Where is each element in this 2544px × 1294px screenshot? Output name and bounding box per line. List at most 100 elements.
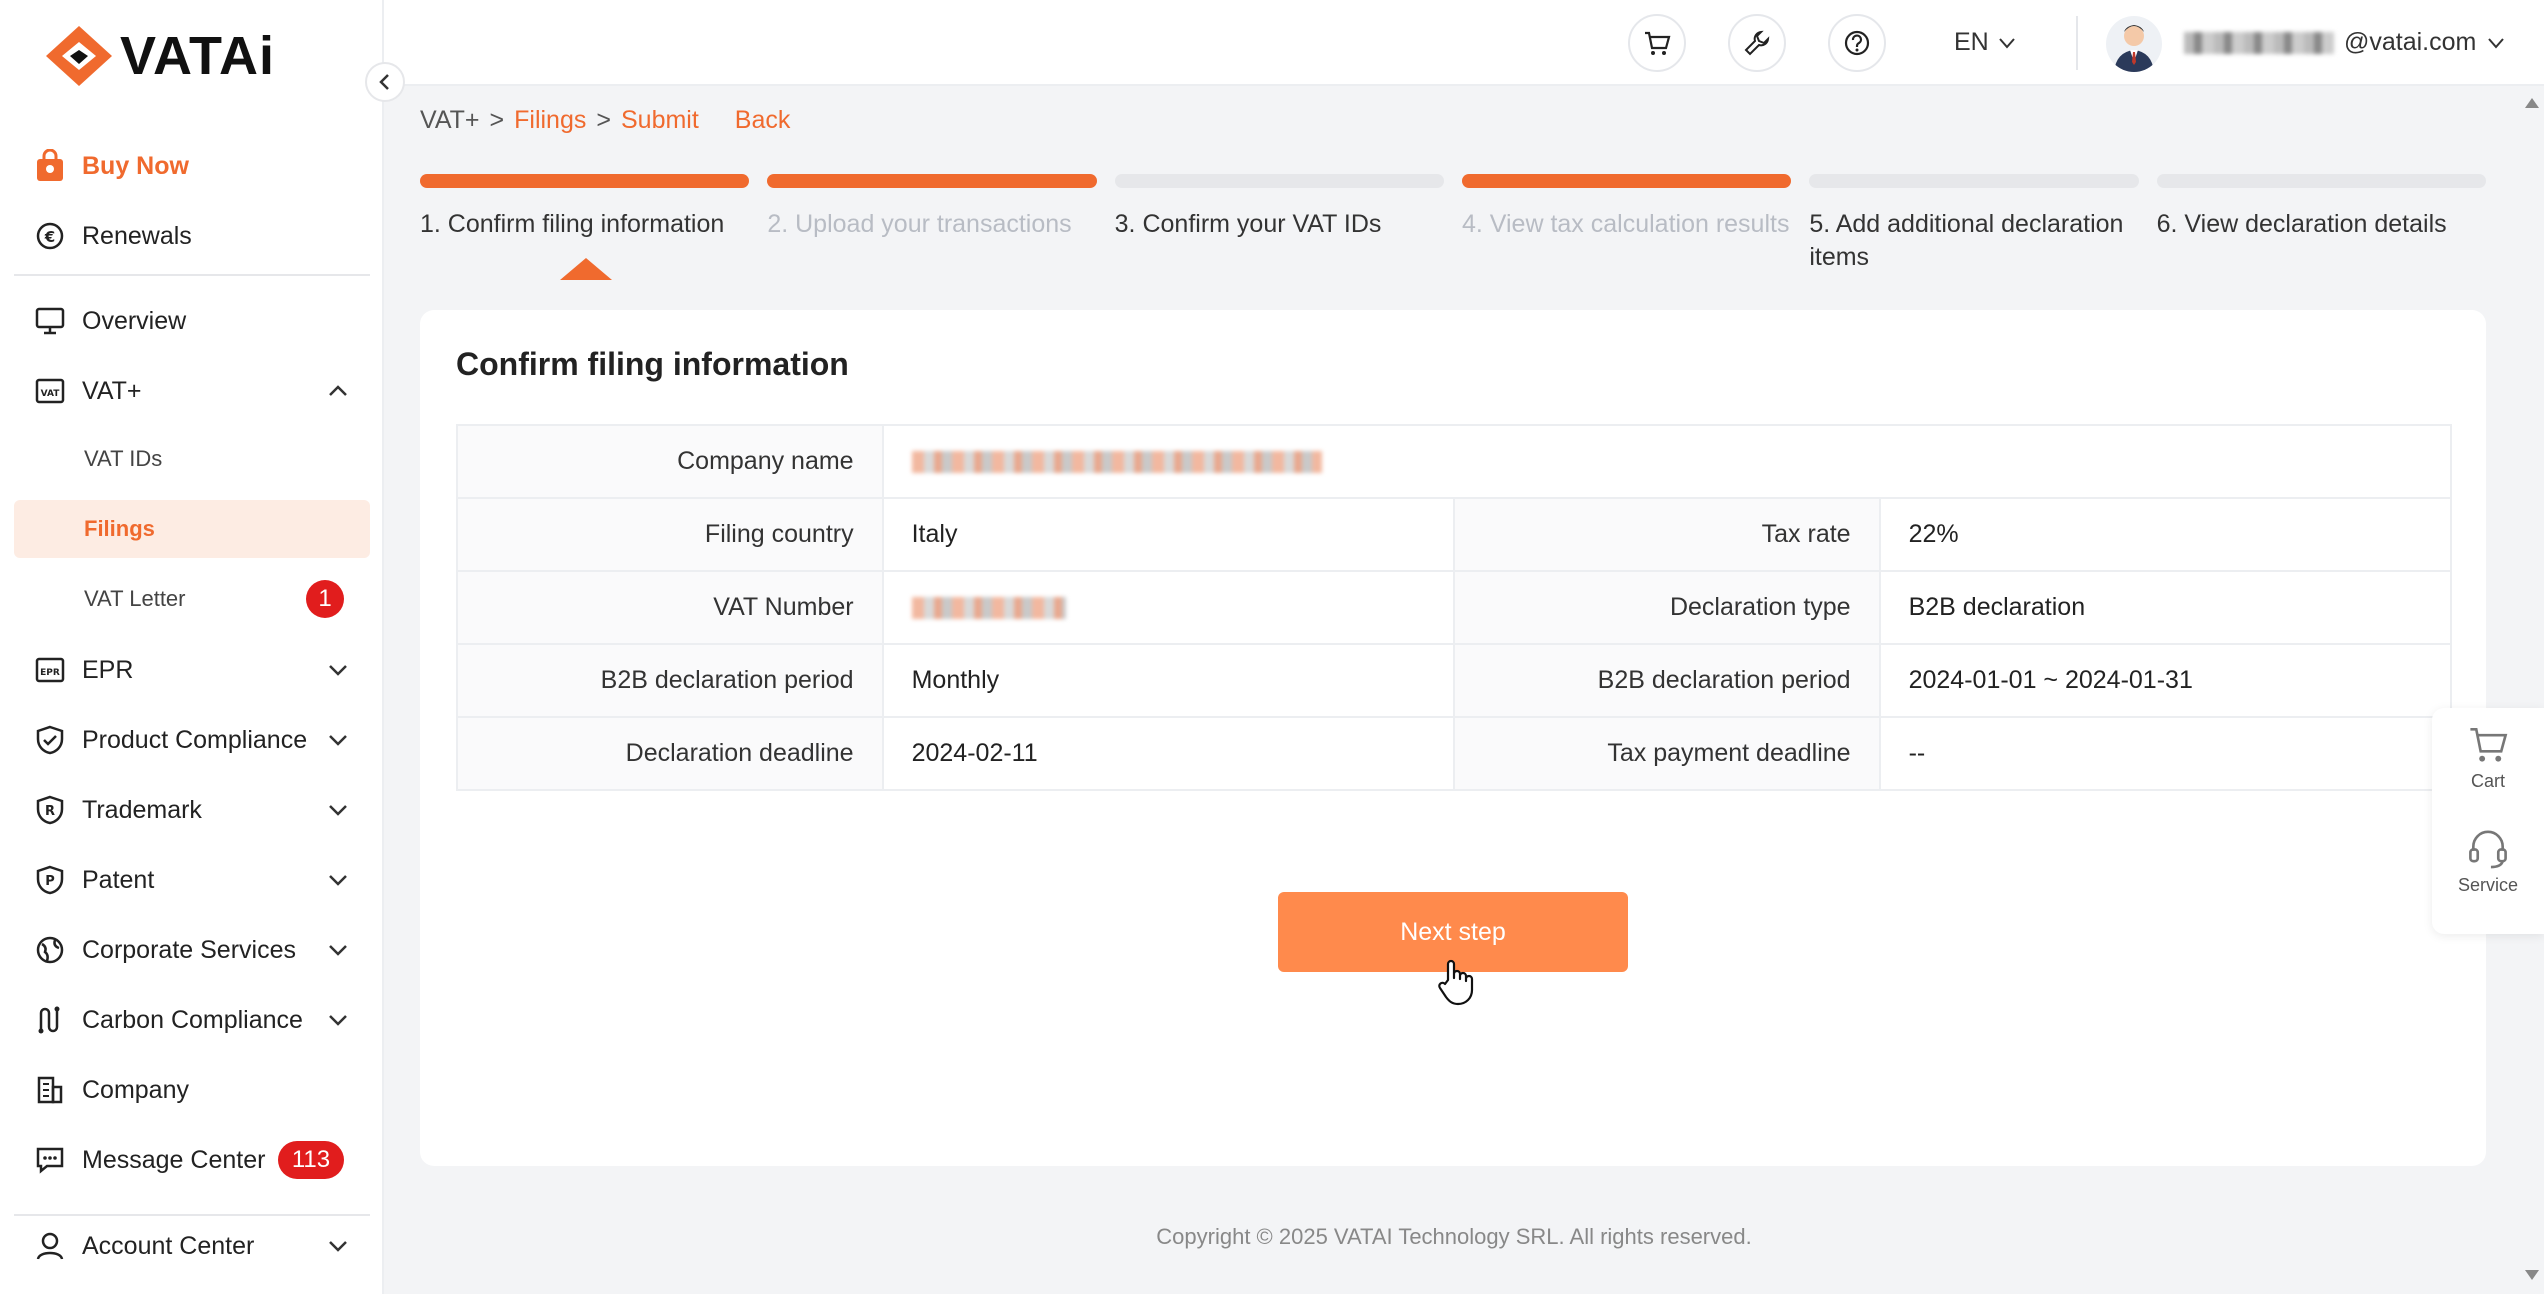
filing-info-card: Confirm filing information Company name … <box>420 310 2486 1166</box>
chevron-left-icon <box>379 74 389 90</box>
company-name-value <box>881 424 2453 499</box>
nav-patent[interactable]: P Patent <box>14 850 370 910</box>
building-icon <box>32 1072 68 1108</box>
epr-label: EPR <box>82 655 134 684</box>
language-selector[interactable]: EN <box>1954 28 2017 57</box>
nav-vat-plus[interactable]: VAT VAT+ <box>14 361 370 421</box>
nav-overview[interactable]: Overview <box>14 291 370 351</box>
vat-plus-label: VAT+ <box>82 376 142 405</box>
top-header: EN @vatai.com <box>384 0 2544 86</box>
step-4[interactable]: 4. View tax calculation results <box>1461 174 1792 274</box>
user-avatar-icon <box>2114 25 2154 72</box>
svg-text:EPR: EPR <box>40 668 60 678</box>
nav-company[interactable]: Company <box>14 1060 370 1120</box>
step-1[interactable]: 1. Confirm filing information <box>420 174 750 280</box>
declaration-deadline-label: Declaration deadline <box>456 716 884 791</box>
breadcrumb-submit[interactable]: Submit <box>621 106 699 135</box>
corporate-services-label: Corporate Services <box>82 935 296 964</box>
tax-payment-deadline-value: -- <box>1878 716 2453 791</box>
nav-carbon-compliance[interactable]: Carbon Compliance <box>14 990 370 1050</box>
message-icon <box>32 1142 68 1178</box>
header-tools-button[interactable] <box>1728 14 1786 72</box>
chevron-down-icon <box>326 658 350 689</box>
nav-filings[interactable]: Filings <box>14 500 370 558</box>
nav-message-center[interactable]: Message Center 113 <box>14 1130 370 1190</box>
step-2[interactable]: 2. Upload your transactions <box>767 174 1097 274</box>
filing-country-value: Italy <box>881 497 1456 572</box>
headset-icon <box>2469 830 2507 869</box>
carbon-compliance-label: Carbon Compliance <box>82 1005 303 1034</box>
patent-label: Patent <box>82 865 155 894</box>
table-row: VAT Number Declaration type B2B declarat… <box>456 570 2453 645</box>
scroll-down-arrow-icon[interactable] <box>2524 1268 2540 1286</box>
b2b-period-range-value: 2024-01-01 ~ 2024-01-31 <box>1878 643 2453 718</box>
svg-text:R: R <box>45 804 55 819</box>
float-service-label: Service <box>2457 875 2519 895</box>
filing-info-table: Company name Filing country Italy Tax ra… <box>456 424 2453 791</box>
chevron-down-icon <box>326 728 350 759</box>
redacted-username <box>2184 31 2334 54</box>
cart-icon <box>1645 31 1671 55</box>
chevron-down-icon <box>326 798 350 829</box>
nav-account-center[interactable]: Account Center <box>14 1216 370 1276</box>
hand-pointer-icon <box>1436 958 1476 1011</box>
header-cart-button[interactable] <box>1628 14 1686 72</box>
step-label: 3. Confirm your VAT IDs <box>1114 210 1382 238</box>
breadcrumb-root[interactable]: VAT+ <box>420 106 480 135</box>
filing-country-label: Filing country <box>456 497 884 572</box>
step-bar <box>1809 174 2139 188</box>
logo[interactable]: VATAi <box>44 24 275 88</box>
header-help-button[interactable] <box>1828 14 1886 72</box>
sidebar-collapse-button[interactable] <box>365 62 405 102</box>
help-circle-icon <box>1844 30 1870 56</box>
nav-renewals[interactable]: € Renewals <box>14 206 370 266</box>
redacted-company-name <box>911 451 1322 474</box>
account-center-label: Account Center <box>82 1231 255 1260</box>
nav-corporate-services[interactable]: Corporate Services <box>14 920 370 980</box>
float-cart-button[interactable]: Cart <box>2432 722 2544 792</box>
svg-text:P: P <box>45 874 55 889</box>
vat-number-label: VAT Number <box>456 570 884 645</box>
user-icon <box>32 1228 68 1264</box>
vat-letter-badge: 1 <box>306 580 344 618</box>
step-6[interactable]: 6. View declaration details <box>2156 174 2486 274</box>
message-center-badge: 113 <box>278 1141 344 1179</box>
step-label: 5. Add additional declaration items <box>1809 210 2124 271</box>
filings-label: Filings <box>84 516 155 541</box>
shopping-bag-icon <box>32 148 68 184</box>
product-compliance-label: Product Compliance <box>82 725 308 754</box>
float-service-button[interactable]: Service <box>2432 826 2544 896</box>
epr-icon: EPR <box>32 652 68 688</box>
carbon-route-icon <box>32 1002 68 1038</box>
avatar[interactable] <box>2106 16 2162 72</box>
step-5[interactable]: 5. Add additional declaration items <box>1809 174 2139 274</box>
chevron-down-icon <box>326 1234 350 1265</box>
user-menu[interactable]: @vatai.com <box>2184 28 2506 57</box>
tax-payment-deadline-label: Tax payment deadline <box>1453 716 1881 791</box>
nav-vat-letter[interactable]: VAT Letter 1 <box>14 570 370 628</box>
monitor-icon <box>32 303 68 339</box>
breadcrumb-filings[interactable]: Filings <box>514 106 586 135</box>
nav-epr[interactable]: EPR EPR <box>14 640 370 700</box>
vatai-logo-icon <box>46 26 112 86</box>
vat-letter-label: VAT Letter <box>84 586 186 611</box>
step-bar <box>2156 174 2486 188</box>
chevron-down-icon <box>326 1008 350 1039</box>
step-3[interactable]: 3. Confirm your VAT IDs <box>1114 174 1444 274</box>
logo-text: VATAi <box>120 26 275 86</box>
cart-icon <box>2470 728 2508 762</box>
svg-text:VAT: VAT <box>41 389 61 399</box>
back-link[interactable]: Back <box>735 106 791 135</box>
vat-icon: VAT <box>32 373 68 409</box>
breadcrumb-separator: > <box>489 106 505 134</box>
scroll-up-arrow-icon[interactable] <box>2524 96 2540 114</box>
declaration-type-label: Declaration type <box>1453 570 1881 645</box>
nav-trademark[interactable]: R Trademark <box>14 780 370 840</box>
step-label: 2. Upload your transactions <box>767 210 1072 238</box>
nav-vat-ids[interactable]: VAT IDs <box>14 430 370 488</box>
nav-buy-now[interactable]: Buy Now <box>14 136 370 196</box>
trademark-label: Trademark <box>82 795 202 824</box>
chevron-down-icon <box>326 938 350 969</box>
renewals-label: Renewals <box>82 221 192 250</box>
nav-product-compliance[interactable]: Product Compliance <box>14 710 370 770</box>
